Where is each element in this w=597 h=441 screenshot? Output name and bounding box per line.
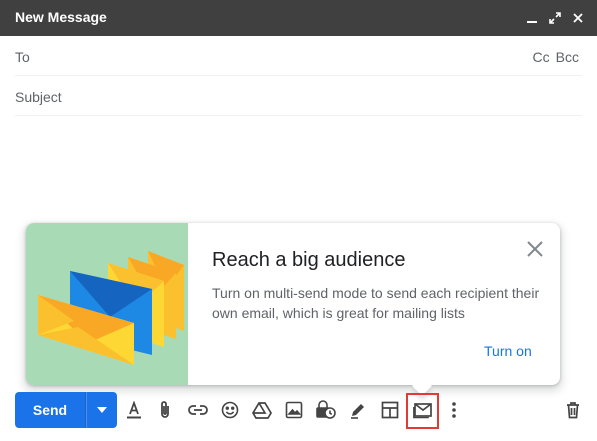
send-options-icon[interactable] (86, 392, 117, 428)
cc-bcc-links: Cc Bcc (527, 49, 579, 65)
close-icon[interactable] (570, 10, 586, 26)
promo-description: Turn on multi-send mode to send each rec… (212, 285, 540, 321)
send-button-group: Send (15, 392, 117, 428)
envelopes-illustration (26, 223, 188, 385)
layouts-icon[interactable] (380, 400, 400, 420)
insert-emoji-icon[interactable] (220, 400, 240, 420)
minimize-icon[interactable] (524, 10, 540, 26)
compose-titlebar: New Message (0, 0, 597, 36)
compose-title: New Message (15, 9, 107, 25)
more-options-icon[interactable] (444, 400, 464, 420)
confidential-mode-icon[interactable] (316, 400, 336, 420)
insert-signature-icon[interactable] (348, 400, 368, 420)
expand-icon[interactable] (547, 10, 563, 26)
cc-link[interactable]: Cc (533, 49, 550, 65)
promo-heading: Reach a big audience (212, 249, 406, 271)
multi-send-highlight (406, 393, 439, 429)
subject-placeholder: Subject (15, 89, 62, 105)
attach-files-icon[interactable] (155, 400, 175, 420)
compose-toolbar: Send (0, 392, 597, 432)
dismiss-icon[interactable] (525, 239, 545, 259)
insert-photo-icon[interactable] (284, 400, 304, 420)
subject-field[interactable]: Subject (15, 76, 582, 116)
insert-drive-file-icon[interactable] (252, 400, 272, 420)
send-button[interactable]: Send (15, 392, 86, 428)
multi-send-promo-card: Reach a big audience Turn on multi-send … (26, 223, 560, 396)
turn-on-button[interactable]: Turn on (484, 343, 532, 359)
message-body[interactable] (15, 117, 582, 217)
formatting-options-icon[interactable] (124, 400, 144, 420)
to-field[interactable]: To Cc Bcc (15, 36, 582, 76)
bcc-link[interactable]: Bcc (556, 49, 579, 65)
discard-draft-icon[interactable] (563, 400, 583, 420)
insert-link-icon[interactable] (188, 400, 208, 420)
to-label: To (15, 49, 30, 65)
